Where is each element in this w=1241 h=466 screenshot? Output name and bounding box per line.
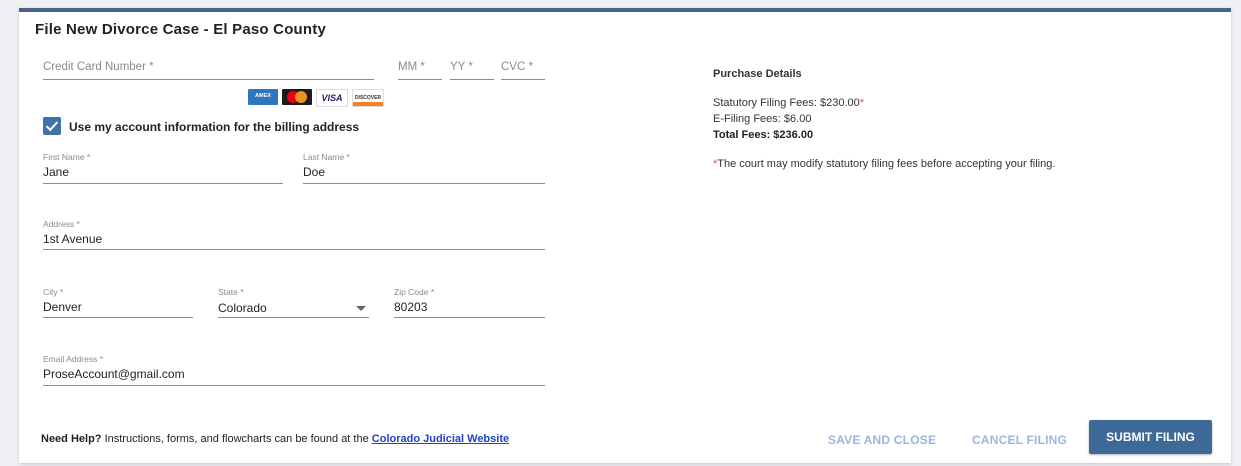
- help-text: Need Help? Instructions, forms, and flow…: [41, 433, 509, 445]
- page-title: File New Divorce Case - El Paso County: [35, 21, 327, 38]
- yy-placeholder: YY *: [450, 61, 473, 73]
- state-value: Colorado: [218, 301, 267, 315]
- email-underline: [43, 385, 545, 386]
- help-heading: Need Help?: [41, 433, 102, 445]
- save-and-close-button[interactable]: SAVE AND CLOSE: [828, 433, 936, 447]
- filing-card: File New Divorce Case - El Paso County C…: [19, 8, 1231, 463]
- submit-filing-button[interactable]: SUBMIT FILING: [1089, 420, 1212, 454]
- checkmark-icon: [45, 121, 59, 132]
- zip-label: Zip Code *: [394, 287, 435, 297]
- cvc-placeholder: CVC *: [501, 61, 533, 73]
- billing-checkbox-label: Use my account information for the billi…: [69, 120, 360, 134]
- colorado-judicial-link[interactable]: Colorado Judicial Website: [372, 433, 509, 445]
- fees-note: *The court may modify statutory filing f…: [713, 158, 1055, 170]
- city-value: Denver: [43, 300, 82, 314]
- help-body: Instructions, forms, and flowcharts can …: [101, 433, 372, 445]
- email-label: Email Address *: [43, 354, 103, 364]
- state-underline: [218, 317, 369, 318]
- discover-logo-icon: DISCOVER: [352, 89, 384, 107]
- mm-placeholder: MM *: [398, 61, 425, 73]
- statutory-fees: Statutory Filing Fees: $230.00*: [713, 97, 864, 109]
- billing-checkbox[interactable]: [43, 117, 61, 135]
- cancel-filing-button[interactable]: CANCEL FILING: [972, 433, 1067, 447]
- statutory-fees-text: Statutory Filing Fees: $230.00: [713, 97, 860, 109]
- email-value: ProseAccount@gmail.com: [43, 367, 185, 381]
- card-number-underline: [43, 79, 374, 80]
- mm-underline: [398, 79, 442, 80]
- address-label: Address *: [43, 219, 80, 229]
- last-name-underline: [303, 183, 545, 184]
- mastercard-logo-icon: [282, 89, 312, 105]
- card-logos: AMEX VISA DISCOVER: [248, 89, 384, 107]
- cvc-underline: [501, 79, 545, 80]
- address-value: 1st Avenue: [43, 232, 103, 246]
- last-name-value: Doe: [303, 165, 326, 179]
- city-underline: [43, 317, 193, 318]
- amex-logo-icon: AMEX: [248, 89, 278, 105]
- required-mark: *: [859, 97, 865, 109]
- zip-underline: [394, 317, 545, 318]
- chevron-down-icon[interactable]: [356, 306, 366, 311]
- total-fees: Total Fees: $236.00: [713, 129, 814, 141]
- efiling-fees: E-Filing Fees: $6.00: [713, 113, 812, 125]
- card-number-placeholder: Credit Card Number *: [43, 61, 154, 73]
- address-underline: [43, 249, 545, 250]
- fees-note-text: The court may modify statutory filing fe…: [717, 158, 1056, 170]
- last-name-label: Last Name *: [303, 152, 350, 162]
- first-name-value: Jane: [43, 165, 70, 179]
- first-name-underline: [43, 183, 283, 184]
- city-label: City *: [43, 287, 64, 297]
- visa-logo-icon: VISA: [316, 89, 348, 107]
- state-label: State *: [218, 287, 244, 297]
- purchase-details-title: Purchase Details: [713, 68, 802, 80]
- zip-value: 80203: [394, 300, 428, 314]
- yy-underline: [450, 79, 494, 80]
- first-name-label: First Name *: [43, 152, 91, 162]
